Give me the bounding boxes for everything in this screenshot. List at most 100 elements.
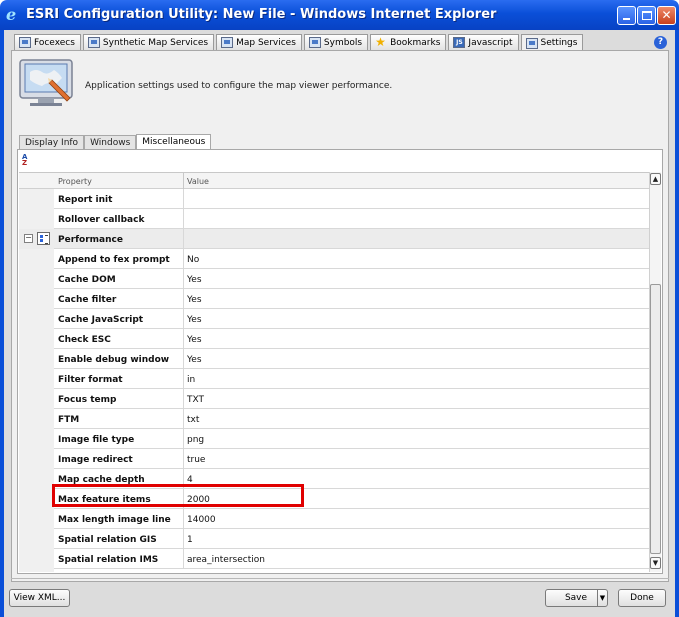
window-title: ESRI Configuration Utility: New File - W… bbox=[26, 7, 497, 22]
property-value[interactable]: Yes bbox=[187, 335, 202, 345]
javascript-icon: JS bbox=[453, 37, 466, 48]
row-gutter bbox=[19, 429, 54, 449]
column-divider bbox=[183, 249, 184, 269]
property-value[interactable]: 14000 bbox=[187, 515, 216, 525]
row-gutter bbox=[19, 549, 54, 569]
property-row[interactable]: Spatial relation GIS 1 bbox=[19, 529, 649, 549]
property-row[interactable]: Enable debug window Yes bbox=[19, 349, 649, 369]
collapse-icon[interactable]: − bbox=[24, 234, 33, 243]
tab-settings[interactable]: Settings bbox=[520, 34, 584, 51]
property-name: FTM bbox=[58, 415, 80, 425]
tab-javascript[interactable]: JS Javascript bbox=[448, 34, 519, 50]
row-gutter bbox=[19, 309, 54, 329]
tab-focexecs[interactable]: Focexecs bbox=[14, 34, 81, 50]
row-gutter bbox=[19, 489, 54, 509]
property-row[interactable]: Spatial relation IMS area_intersection bbox=[19, 549, 649, 569]
property-row[interactable]: Image file type png bbox=[19, 429, 649, 449]
footer-divider bbox=[11, 578, 669, 579]
tab-map-services[interactable]: Map Services bbox=[216, 34, 302, 50]
property-name: Filter format bbox=[58, 375, 123, 385]
property-name: Performance bbox=[58, 235, 123, 245]
property-value[interactable]: png bbox=[187, 435, 204, 445]
help-icon[interactable]: ? bbox=[654, 36, 667, 49]
settings-icon bbox=[525, 37, 538, 49]
header-value: Value bbox=[187, 177, 209, 186]
column-divider bbox=[183, 549, 184, 569]
column-divider bbox=[183, 309, 184, 329]
column-divider bbox=[183, 269, 184, 289]
minimize-button[interactable] bbox=[617, 6, 636, 25]
row-gutter bbox=[19, 269, 54, 289]
property-row[interactable]: Focus temp TXT bbox=[19, 389, 649, 409]
property-value[interactable]: true bbox=[187, 455, 205, 465]
column-divider bbox=[183, 369, 184, 389]
tab-label: Map Services bbox=[236, 37, 296, 48]
category-row[interactable]: − Performance bbox=[19, 229, 649, 249]
row-gutter bbox=[19, 469, 54, 489]
property-value[interactable]: area_intersection bbox=[187, 555, 265, 565]
bookmarks-icon: ★ bbox=[375, 35, 386, 49]
header-divider[interactable] bbox=[183, 173, 184, 189]
tab-label: Bookmarks bbox=[390, 37, 441, 48]
scroll-thumb[interactable] bbox=[650, 284, 661, 554]
property-row[interactable]: Append to fex prompt No bbox=[19, 249, 649, 269]
row-gutter bbox=[19, 449, 54, 469]
property-value[interactable]: txt bbox=[187, 415, 199, 425]
done-button[interactable]: Done bbox=[618, 589, 666, 607]
maximize-button[interactable] bbox=[637, 6, 656, 25]
row-gutter bbox=[19, 369, 54, 389]
property-row[interactable]: FTM txt bbox=[19, 409, 649, 429]
column-divider bbox=[183, 289, 184, 309]
settings-description: Application settings used to configure t… bbox=[85, 81, 393, 91]
tab-symbols[interactable]: Symbols bbox=[303, 34, 369, 50]
property-row[interactable]: Cache DOM Yes bbox=[19, 269, 649, 289]
property-name: Spatial relation IMS bbox=[58, 555, 159, 565]
row-gutter bbox=[19, 249, 54, 269]
vertical-scrollbar[interactable]: ▲ ▼ bbox=[649, 172, 661, 572]
property-row[interactable]: Report init bbox=[19, 189, 649, 209]
save-dropdown-button[interactable]: ▼ bbox=[597, 589, 608, 607]
row-gutter bbox=[19, 189, 54, 209]
minimize-icon bbox=[623, 18, 630, 20]
property-row[interactable]: Rollover callback bbox=[19, 209, 649, 229]
tab-bookmarks[interactable]: ★ Bookmarks bbox=[370, 34, 447, 50]
scroll-down-icon[interactable]: ▼ bbox=[650, 557, 661, 569]
tab-synthetic-map-services[interactable]: Synthetic Map Services bbox=[82, 34, 215, 50]
property-value[interactable]: TXT bbox=[187, 395, 204, 405]
column-divider bbox=[183, 529, 184, 549]
focexecs-icon bbox=[19, 37, 31, 48]
maximize-icon bbox=[642, 11, 652, 20]
property-name: Report init bbox=[58, 195, 113, 205]
property-row[interactable]: Cache filter Yes bbox=[19, 289, 649, 309]
property-value[interactable]: Yes bbox=[187, 315, 202, 325]
subtab-display-info[interactable]: Display Info bbox=[19, 135, 85, 150]
property-value[interactable]: in bbox=[187, 375, 195, 385]
sort-alphabetical-icon[interactable]: A Z bbox=[22, 154, 34, 167]
property-row[interactable]: Filter format in bbox=[19, 369, 649, 389]
property-value[interactable]: No bbox=[187, 255, 199, 265]
property-value[interactable]: Yes bbox=[187, 355, 202, 365]
scroll-up-icon[interactable]: ▲ bbox=[650, 173, 661, 185]
property-name: Enable debug window bbox=[58, 355, 170, 365]
subtab-miscellaneous[interactable]: Miscellaneous bbox=[136, 134, 212, 150]
property-row[interactable]: Check ESC Yes bbox=[19, 329, 649, 349]
view-xml-button[interactable]: View XML... bbox=[9, 589, 70, 607]
property-row[interactable]: Cache JavaScript Yes bbox=[19, 309, 649, 329]
property-value[interactable]: Yes bbox=[187, 295, 202, 305]
main-tab-strip: Focexecs Synthetic Map Services Map Serv… bbox=[14, 34, 585, 51]
property-value[interactable]: Yes bbox=[187, 275, 202, 285]
property-row[interactable]: Image redirect true bbox=[19, 449, 649, 469]
property-name: Spatial relation GIS bbox=[58, 535, 157, 545]
internet-explorer-icon: e bbox=[6, 5, 17, 24]
property-row[interactable]: Max length image line 14000 bbox=[19, 509, 649, 529]
property-value[interactable]: 1 bbox=[187, 535, 193, 545]
close-button[interactable]: ✕ bbox=[657, 6, 676, 25]
subtab-windows[interactable]: Windows bbox=[84, 135, 137, 150]
tab-label: Javascript bbox=[468, 37, 513, 48]
property-name: Rollover callback bbox=[58, 215, 145, 225]
row-gutter bbox=[19, 529, 54, 549]
tab-label: Focexecs bbox=[34, 37, 75, 48]
highlight-box bbox=[52, 484, 304, 507]
close-icon: ✕ bbox=[661, 8, 672, 22]
property-name: Append to fex prompt bbox=[58, 255, 170, 265]
